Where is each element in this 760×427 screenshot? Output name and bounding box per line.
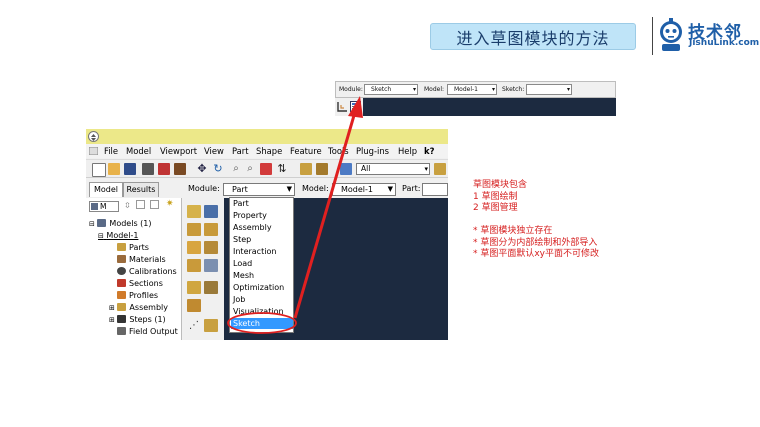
note-line: * 草图模块独立存在 [473,226,553,236]
highlight-ellipse [227,312,297,334]
note-spacer [473,215,599,227]
pointer-arrow-head [348,96,363,118]
note-line: * 草图分为内部绘制和外部导入 [473,237,598,248]
pointer-arrow-shaft [293,111,357,319]
note-line: 1 草图绘制 [473,191,518,202]
note-line: * 草图平面默认xy平面不可修改 [473,249,600,259]
note-line: 草图模块包含 [473,180,528,190]
note-line: 2 草图管理 [473,203,518,213]
annotation-overlay [227,96,363,334]
notes-block: 草图模块包含 1 草图绘制 2 草图管理 * 草图模块独立存在 * 草图分为内部… [473,180,599,261]
